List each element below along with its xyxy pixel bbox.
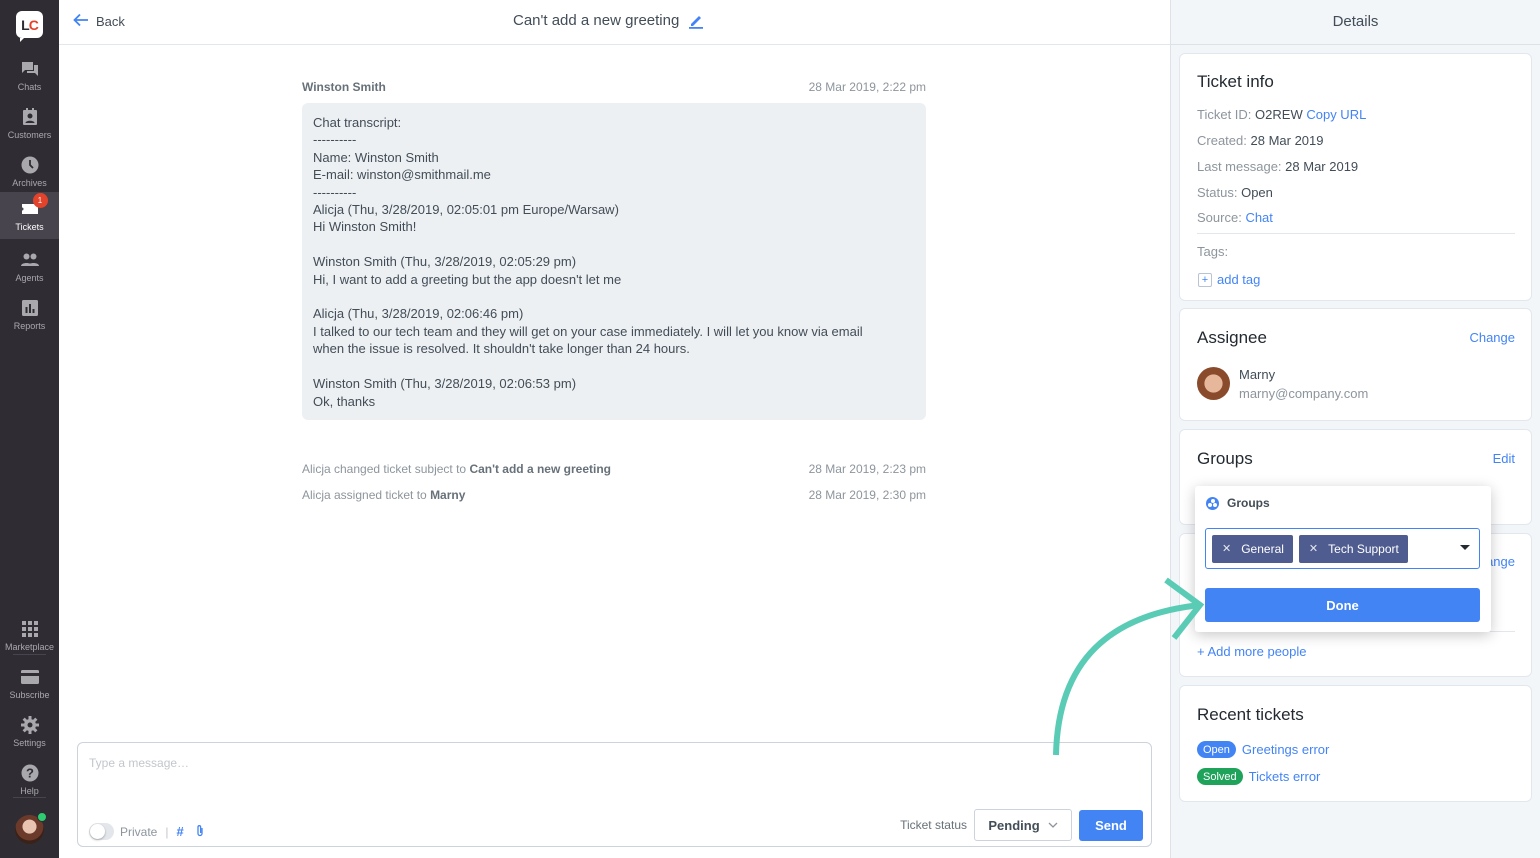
ticket-main: Back Can't add a new greeting Winston Sm… [59, 0, 1170, 858]
sidebar-item-reports[interactable]: Reports [0, 291, 59, 338]
ticket-events: Alicja changed ticket subject to Can't a… [302, 462, 926, 514]
svg-text:?: ? [26, 766, 34, 781]
message-thread: Winston Smith 28 Mar 2019, 2:22 pm Chat … [302, 80, 926, 420]
settings-icon [20, 715, 40, 735]
remove-icon[interactable]: ✕ [1222, 542, 1231, 555]
reports-icon [20, 298, 40, 318]
sidebar-divider [13, 797, 46, 798]
private-toggle[interactable] [89, 823, 114, 840]
agents-icon [20, 250, 40, 270]
groups-icon [1206, 496, 1219, 510]
sidebar-item-tickets[interactable]: 1 Tickets [0, 192, 59, 239]
ticket-subject: Can't add a new greeting [513, 12, 704, 29]
ticket-status-select[interactable]: Pending [974, 809, 1072, 841]
status-badge: Solved [1197, 768, 1243, 785]
ticket-status-label: Ticket status [900, 818, 967, 832]
tickets-badge: 1 [32, 193, 48, 208]
recent-ticket-item[interactable]: Open Greetings error [1197, 741, 1329, 758]
assignee-avatar [1197, 367, 1230, 400]
sidebar-item-agents[interactable]: Agents [0, 243, 59, 290]
send-button[interactable]: Send [1079, 809, 1143, 841]
groups-popover-title: Groups [1206, 496, 1270, 510]
change-assignee-link[interactable]: Change [1469, 330, 1515, 345]
marketplace-icon [20, 619, 40, 639]
groups-popover: Groups ✕ General ✕ Tech Support Done [1195, 486, 1491, 632]
recent-tickets-title: Recent tickets [1197, 705, 1304, 724]
chevron-down-icon [1048, 820, 1058, 831]
sidebar-divider [13, 654, 46, 655]
last-message-row: Last message: 28 Mar 2019 [1197, 159, 1359, 174]
message-composer: Type a message… Private | # Ticket statu… [77, 742, 1152, 847]
tags-label: Tags: [1197, 244, 1229, 259]
remove-icon[interactable]: ✕ [1309, 542, 1318, 555]
help-icon: ? [20, 763, 40, 783]
tickets-icon: 1 [20, 193, 48, 219]
done-button[interactable]: Done [1205, 588, 1480, 622]
message-header: Winston Smith 28 Mar 2019, 2:22 pm [302, 80, 926, 94]
assignee-email: marny@company.com [1239, 386, 1369, 401]
sidebar-item-help[interactable]: ? Help [0, 756, 59, 803]
sidebar-item-archives[interactable]: Archives [0, 148, 59, 195]
caret-down-icon[interactable] [1460, 545, 1470, 550]
created-row: Created: 28 Mar 2019 [1197, 133, 1324, 148]
message-time: 28 Mar 2019, 2:22 pm [808, 80, 926, 94]
sidebar-item-subscribe[interactable]: Subscribe [0, 660, 59, 707]
group-chip: ✕ General [1212, 534, 1293, 563]
sidebar-item-settings[interactable]: Settings [0, 708, 59, 755]
event-time: 28 Mar 2019, 2:23 pm [808, 462, 926, 476]
user-avatar[interactable] [15, 812, 47, 844]
sidebar-item-chats[interactable]: Chats [0, 52, 59, 99]
details-panel: Details Ticket info Ticket ID: O2REW Cop… [1170, 0, 1540, 858]
assignee-title: Assignee [1197, 328, 1267, 347]
livechat-logo[interactable]: LC [16, 11, 43, 42]
message-author: Winston Smith [302, 80, 386, 94]
status-row: Status: Open [1197, 185, 1273, 200]
group-chip: ✕ Tech Support [1298, 534, 1408, 563]
plus-icon: + [1198, 272, 1212, 287]
private-label: Private [120, 824, 158, 839]
ticket-info-title: Ticket info [1197, 72, 1274, 91]
add-more-people-link[interactable]: + Add more people [1197, 644, 1307, 659]
canned-response-icon[interactable]: # [176, 824, 183, 839]
details-title: Details [1171, 0, 1540, 45]
groups-multiselect[interactable]: ✕ General ✕ Tech Support [1205, 528, 1480, 569]
divider [1197, 233, 1515, 234]
sidebar-item-marketplace[interactable]: Marketplace [0, 612, 59, 659]
copy-url-link[interactable]: Copy URL [1306, 107, 1366, 122]
recent-ticket-link[interactable]: Tickets error [1249, 769, 1321, 784]
recent-tickets-card: Recent tickets Open Greetings error Solv… [1179, 685, 1532, 802]
ticket-info-card: Ticket info Ticket ID: O2REW Copy URL Cr… [1179, 53, 1532, 301]
online-status-icon [37, 812, 47, 822]
event-row: Alicja changed ticket subject to Can't a… [302, 462, 926, 488]
arrow-left-icon [73, 12, 89, 30]
event-row: Alicja assigned ticket to Marny 28 Mar 2… [302, 488, 926, 514]
attachment-icon[interactable] [196, 824, 204, 840]
archives-icon [20, 155, 40, 175]
event-time: 28 Mar 2019, 2:30 pm [808, 488, 926, 502]
recent-ticket-item[interactable]: Solved Tickets error [1197, 768, 1320, 785]
subscribe-icon [20, 667, 40, 687]
recent-ticket-link[interactable]: Greetings error [1242, 742, 1329, 757]
assignee-name: Marny [1239, 367, 1276, 382]
back-button[interactable]: Back [73, 12, 125, 30]
ticket-id: O2REW [1255, 107, 1303, 122]
assignee-card: Assignee Change Marny marny@company.com [1179, 308, 1532, 421]
source-link[interactable]: Chat [1245, 210, 1272, 225]
status-badge: Open [1197, 741, 1236, 758]
chats-icon [20, 59, 40, 79]
sidebar-item-customers[interactable]: Customers [0, 100, 59, 147]
ticket-topbar: Back Can't add a new greeting [59, 0, 1170, 45]
ticket-id-row: Ticket ID: O2REW Copy URL [1197, 107, 1367, 122]
add-tag-button[interactable]: + add tag [1198, 272, 1260, 287]
edit-groups-link[interactable]: Edit [1493, 451, 1515, 466]
message-input[interactable]: Type a message… [89, 756, 189, 770]
sidebar: LC Chats Customers Archives 1 Tickets Ag… [0, 0, 59, 858]
pencil-icon[interactable] [689, 13, 704, 29]
groups-title: Groups [1197, 449, 1253, 468]
source-row: Source: Chat [1197, 210, 1273, 225]
message-bubble: Chat transcript: ---------- Name: Winsto… [302, 103, 926, 420]
customers-icon [20, 107, 40, 127]
